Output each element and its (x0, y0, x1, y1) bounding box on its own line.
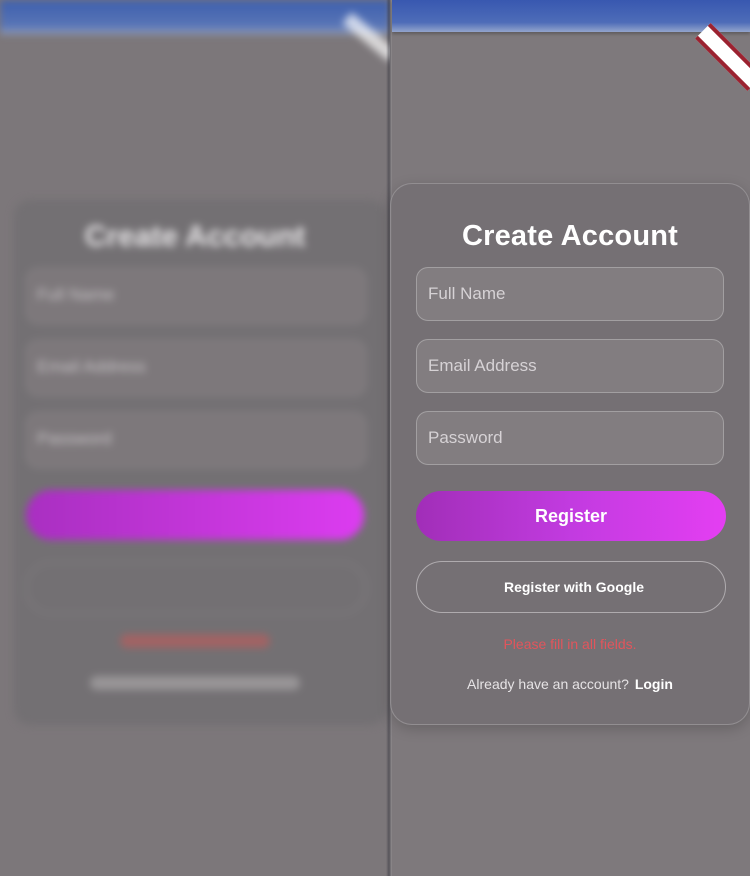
blurred-background-pane: Create Account Full Name Email Address P… (0, 0, 390, 876)
register-with-google-button[interactable]: Register with Google (416, 561, 726, 613)
register-card: Create Account Register Register with Go… (390, 183, 750, 725)
debug-banner-icon (695, 23, 750, 91)
ghost-field-label: Email Address (37, 357, 146, 376)
login-prompt-text: Already have an account? (467, 676, 629, 692)
app-window: Create Account Full Name Email Address P… (0, 0, 750, 876)
email-input[interactable] (417, 340, 723, 392)
ghost-field-label: Full Name (37, 285, 115, 304)
full-name-input[interactable] (417, 268, 723, 320)
password-field-container (416, 411, 724, 465)
ghost-field-label: Password (37, 429, 112, 448)
ghost-register-button (26, 490, 364, 540)
top-app-bar (392, 0, 750, 32)
password-input[interactable] (417, 412, 723, 464)
ghost-field-full-name: Full Name (26, 268, 366, 324)
register-button[interactable]: Register (416, 491, 726, 541)
page-title: Create Account (461, 220, 679, 252)
ghost-error-text (120, 634, 270, 648)
ghost-field-email: Email Address (26, 340, 366, 396)
ghost-login-row (90, 676, 300, 690)
ghost-google-button (26, 562, 366, 614)
ghost-top-bar (0, 0, 390, 34)
ghost-title: Create Account (84, 220, 306, 253)
email-field-container (416, 339, 724, 393)
full-name-field-container (416, 267, 724, 321)
ghost-field-password: Password (26, 412, 366, 468)
blurred-form-copy: Create Account Full Name Email Address P… (0, 0, 390, 876)
error-message: Please fill in all fields. (503, 636, 637, 652)
login-prompt-row: Already have an account? Login (391, 676, 749, 692)
login-link[interactable]: Login (635, 676, 673, 692)
